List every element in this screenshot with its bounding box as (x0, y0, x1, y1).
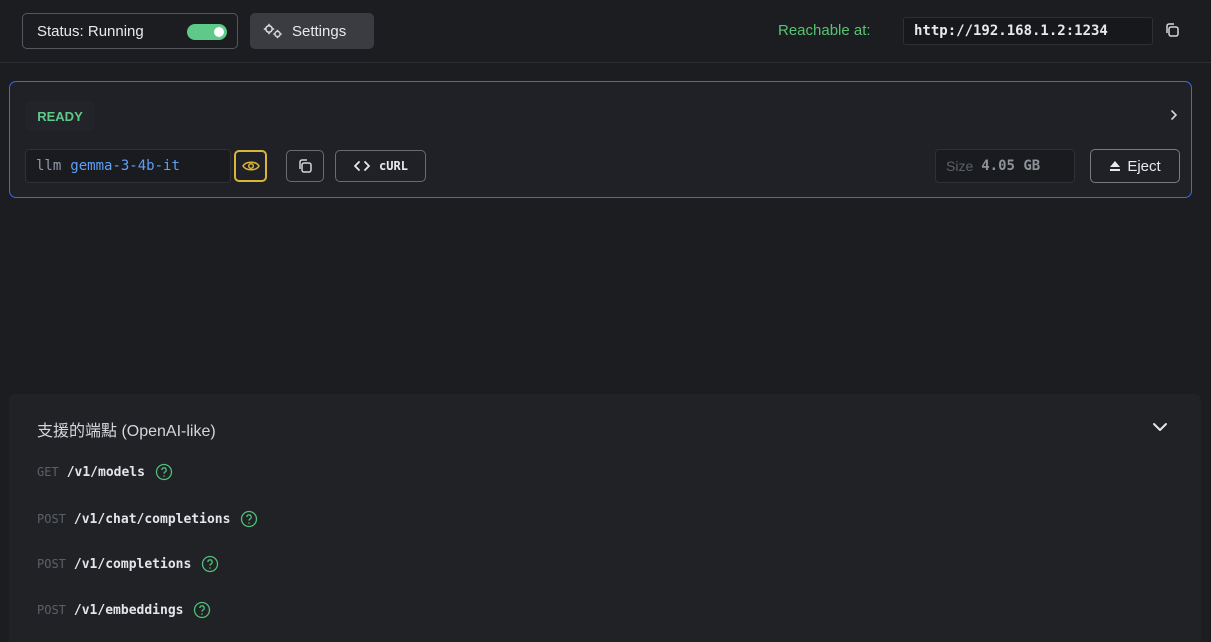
help-icon[interactable] (201, 555, 219, 573)
size-value: 4.05 GB (981, 158, 1041, 174)
settings-button[interactable]: Settings (250, 13, 374, 49)
endpoint-path[interactable]: /v1/chat/completions (74, 512, 231, 527)
view-model-button[interactable] (234, 150, 267, 182)
code-icon (354, 161, 370, 171)
endpoints-title: 支援的端點 (OpenAI-like) (37, 423, 216, 440)
supported-endpoints-panel: 支援的端點 (OpenAI-like) GET /v1/models POST … (9, 394, 1201, 642)
curl-label: cURL (379, 159, 408, 173)
endpoint-row: GET /v1/models (37, 462, 173, 482)
status-label: Status: Running (37, 22, 144, 40)
reachable-label: Reachable at: (778, 22, 871, 39)
endpoint-row: POST /v1/chat/completions (37, 509, 258, 529)
endpoint-path[interactable]: /v1/embeddings (74, 603, 184, 618)
status-control[interactable]: Status: Running (22, 13, 238, 49)
help-icon[interactable] (240, 510, 258, 528)
eye-icon (241, 161, 260, 171)
model-size: Size 4.05 GB (935, 149, 1075, 183)
model-id: gemma-3-4b-it (70, 158, 180, 174)
copy-model-id-button[interactable] (286, 150, 324, 182)
help-icon[interactable] (193, 601, 211, 619)
curl-button[interactable]: cURL (335, 150, 426, 182)
endpoint-row: POST /v1/completions (37, 554, 219, 574)
eject-label: Eject (1127, 157, 1161, 175)
loaded-model-card[interactable]: READY llm gemma-3-4b-it cURL Size 4.05 G… (9, 81, 1192, 198)
endpoint-path[interactable]: /v1/completions (74, 557, 191, 572)
help-icon[interactable] (155, 463, 173, 481)
copy-icon (299, 159, 312, 173)
endpoint-path[interactable]: /v1/models (67, 465, 145, 480)
endpoint-method: POST (37, 557, 66, 571)
server-url[interactable]: http://192.168.1.2:1234 (903, 17, 1153, 45)
server-toggle[interactable] (187, 24, 227, 40)
endpoint-method: GET (37, 465, 59, 479)
settings-label: Settings (292, 22, 347, 40)
model-type: llm (36, 158, 62, 174)
model-identifier[interactable]: llm gemma-3-4b-it (25, 149, 231, 183)
endpoint-row: POST /v1/embeddings (37, 600, 211, 620)
chevron-down-icon[interactable] (1151, 418, 1169, 436)
model-state-badge: READY (25, 101, 95, 131)
eject-icon (1110, 161, 1121, 171)
copy-icon[interactable] (1164, 22, 1180, 38)
eject-button[interactable]: Eject (1090, 149, 1180, 183)
endpoint-method: POST (37, 603, 66, 617)
server-status-bar: Status: Running Settings Reachable at: h… (0, 0, 1211, 63)
size-label: Size (946, 158, 974, 174)
gears-icon (263, 23, 282, 39)
chevron-right-icon[interactable] (1167, 108, 1181, 122)
endpoint-method: POST (37, 512, 66, 526)
